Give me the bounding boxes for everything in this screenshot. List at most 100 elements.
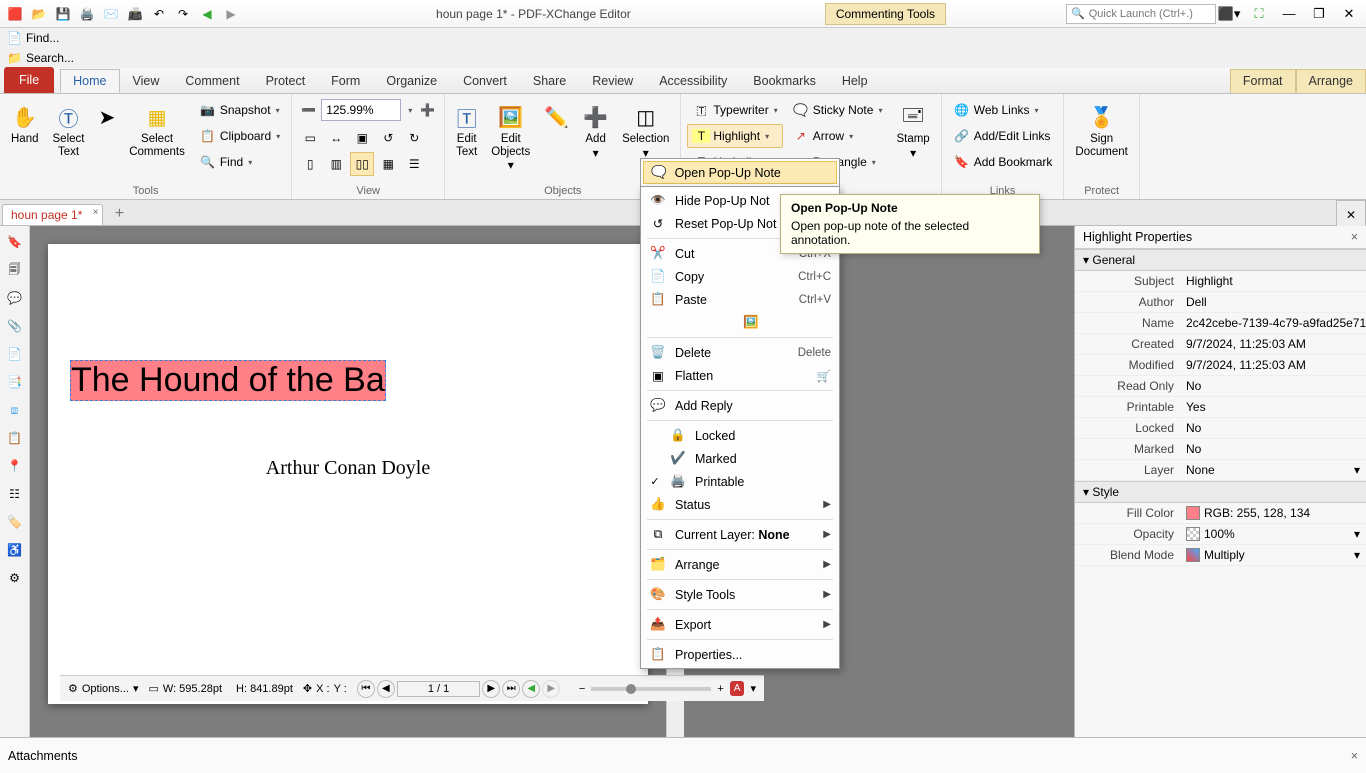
- tab-comment[interactable]: Comment: [172, 69, 252, 93]
- open-icon[interactable]: 📂: [28, 3, 50, 25]
- mail-icon[interactable]: ✉️: [100, 3, 122, 25]
- prop-locked[interactable]: No: [1180, 418, 1366, 438]
- first-page-button[interactable]: ⏮: [357, 680, 375, 698]
- menu-paste[interactable]: 📋PasteCtrl+V: [641, 288, 839, 311]
- tab-accessibility[interactable]: Accessibility: [646, 69, 740, 93]
- tree-pane-icon[interactable]: ☷: [5, 484, 25, 504]
- menu-locked[interactable]: 🔒Locked: [641, 424, 839, 447]
- pencil-button[interactable]: ✏️: [539, 98, 574, 136]
- rotate-right-icon[interactable]: ↻: [402, 126, 426, 150]
- zoom-in-status[interactable]: +: [717, 683, 723, 695]
- menu-flatten[interactable]: ▣Flatten🛒: [641, 364, 839, 387]
- prop-fill-color[interactable]: RGB: 255, 128, 134: [1180, 503, 1366, 523]
- menu-export[interactable]: 📤Export▶: [641, 613, 839, 636]
- fwd-nav-button[interactable]: ▶: [542, 680, 560, 698]
- redo-icon[interactable]: ↷: [172, 3, 194, 25]
- add-button[interactable]: ➕Add▾: [578, 98, 613, 163]
- search-button[interactable]: 📁Search...: [0, 48, 1366, 68]
- section-style[interactable]: ▾ Style: [1075, 481, 1366, 503]
- back-nav-button[interactable]: ◀: [522, 680, 540, 698]
- last-page-button[interactable]: ⏭: [502, 680, 520, 698]
- content-pane-icon[interactable]: 📋: [5, 428, 25, 448]
- prop-layer[interactable]: None▾: [1180, 460, 1366, 480]
- bookmarks-pane-icon[interactable]: 🔖: [5, 232, 25, 252]
- single-page-icon[interactable]: ▯: [298, 152, 322, 176]
- sticky-note-button[interactable]: 🗨️Sticky Note▾: [787, 98, 888, 122]
- prop-marked[interactable]: No: [1180, 439, 1366, 459]
- tab-protect[interactable]: Protect: [253, 69, 319, 93]
- tab-file[interactable]: File: [4, 67, 54, 93]
- highlight-button[interactable]: THighlight▾: [687, 124, 782, 148]
- select-comments-button[interactable]: ▦Select Comments: [124, 98, 190, 161]
- document-viewport[interactable]: The Hound of the Ba Arthur Conan Doyle ⚙…: [30, 226, 1074, 737]
- typewriter-button[interactable]: 🇹Typewriter▾: [687, 98, 782, 122]
- menu-current-layer[interactable]: ⧉Current Layer: None▶: [641, 523, 839, 546]
- fullscreen-icon[interactable]: ⛶: [1246, 3, 1272, 25]
- menu-open-popup-note[interactable]: 🗨️Open Pop-Up Note: [643, 161, 837, 184]
- document-tab[interactable]: houn page 1* ×: [2, 204, 103, 225]
- prop-subject[interactable]: Highlight: [1180, 271, 1366, 291]
- thumbnails-icon[interactable]: ▦: [376, 152, 400, 176]
- snapshot-button[interactable]: 📷Snapshot▾: [194, 98, 285, 122]
- prev-page-button[interactable]: ◀: [377, 680, 395, 698]
- new-tab-button[interactable]: +: [107, 203, 131, 225]
- menu-style-tools[interactable]: 🎨Style Tools▶: [641, 583, 839, 606]
- menu-delete[interactable]: 🗑️DeleteDelete: [641, 341, 839, 364]
- menu-status[interactable]: 👍Status▶: [641, 493, 839, 516]
- prop-blend-mode[interactable]: Multiply▾: [1180, 545, 1366, 565]
- zoom-dropdown[interactable]: ▾: [403, 98, 415, 122]
- close-properties-icon[interactable]: ×: [1351, 230, 1358, 244]
- destinations-pane-icon[interactable]: 📍: [5, 456, 25, 476]
- menu-paste-special[interactable]: 🖼️: [641, 311, 839, 334]
- properties-pane-icon[interactable]: ⚙: [5, 568, 25, 588]
- page-indicator[interactable]: 1 / 1: [397, 681, 480, 697]
- find-button[interactable]: 📄Find...: [0, 28, 1366, 48]
- print-icon[interactable]: 🖨️: [76, 3, 98, 25]
- tab-convert[interactable]: Convert: [450, 69, 520, 93]
- comments-pane-icon[interactable]: 💬: [5, 288, 25, 308]
- tab-format[interactable]: Format: [1230, 69, 1296, 93]
- prop-name[interactable]: 2c42cebe-7139-4c79-a9fad25e71..: [1180, 313, 1366, 333]
- zoom-in-button[interactable]: ➕: [417, 98, 438, 122]
- tab-share[interactable]: Share: [520, 69, 579, 93]
- fit-visible-icon[interactable]: ▣: [350, 126, 374, 150]
- accessibility-pane-icon[interactable]: ♿: [5, 540, 25, 560]
- pdf-icon[interactable]: A: [730, 681, 745, 696]
- quick-launch-input[interactable]: 🔍 Quick Launch (Ctrl+.): [1066, 4, 1216, 24]
- undo-icon[interactable]: ↶: [148, 3, 170, 25]
- zoom-out-status[interactable]: −: [579, 683, 585, 695]
- fit-width-icon[interactable]: ↔: [324, 126, 348, 150]
- fields-pane-icon[interactable]: 📄: [5, 344, 25, 364]
- add-edit-links-button[interactable]: 🔗Add/Edit Links: [948, 124, 1058, 148]
- stamp-button[interactable]: 🖃Stamp▾: [891, 98, 934, 163]
- tags-pane-icon[interactable]: 🏷️: [5, 512, 25, 532]
- signatures-pane-icon[interactable]: 📑: [5, 372, 25, 392]
- tab-view[interactable]: View: [120, 69, 173, 93]
- prop-printable[interactable]: Yes: [1180, 397, 1366, 417]
- tab-help[interactable]: Help: [829, 69, 881, 93]
- two-page-icon[interactable]: ▯▯: [350, 152, 374, 176]
- attachments-pane-icon[interactable]: 📎: [5, 316, 25, 336]
- edit-text-button[interactable]: 🅃Edit Text: [451, 98, 482, 161]
- hand-tool-button[interactable]: ✋Hand: [6, 98, 44, 149]
- clipboard-button[interactable]: 📋Clipboard▾: [194, 124, 285, 148]
- save-icon[interactable]: 💾: [52, 3, 74, 25]
- close-tab-icon[interactable]: ×: [93, 207, 99, 218]
- menu-marked[interactable]: ✔️Marked: [641, 447, 839, 470]
- options-button[interactable]: ⚙ Options... ▾: [68, 682, 138, 695]
- prop-readonly[interactable]: No: [1180, 376, 1366, 396]
- sign-document-button[interactable]: 🏅Sign Document: [1070, 98, 1132, 161]
- section-general[interactable]: ▾ General: [1075, 249, 1366, 271]
- select-text-button[interactable]: ⓉSelect Text: [48, 98, 90, 161]
- thumbnails-pane-icon[interactable]: 🗐: [5, 260, 25, 280]
- highlighted-title[interactable]: The Hound of the Ba: [70, 360, 386, 401]
- prop-author[interactable]: Dell: [1180, 292, 1366, 312]
- add-bookmark-button[interactable]: 🔖Add Bookmark: [948, 150, 1058, 174]
- select-arrow-button[interactable]: ➤: [93, 98, 120, 136]
- maximize-button[interactable]: ❐: [1306, 3, 1332, 25]
- next-page-button[interactable]: ▶: [482, 680, 500, 698]
- app-icon[interactable]: 🟥: [4, 3, 26, 25]
- zoom-input[interactable]: [321, 99, 401, 121]
- zoom-slider[interactable]: [591, 687, 711, 691]
- close-window-button[interactable]: ✕: [1336, 3, 1362, 25]
